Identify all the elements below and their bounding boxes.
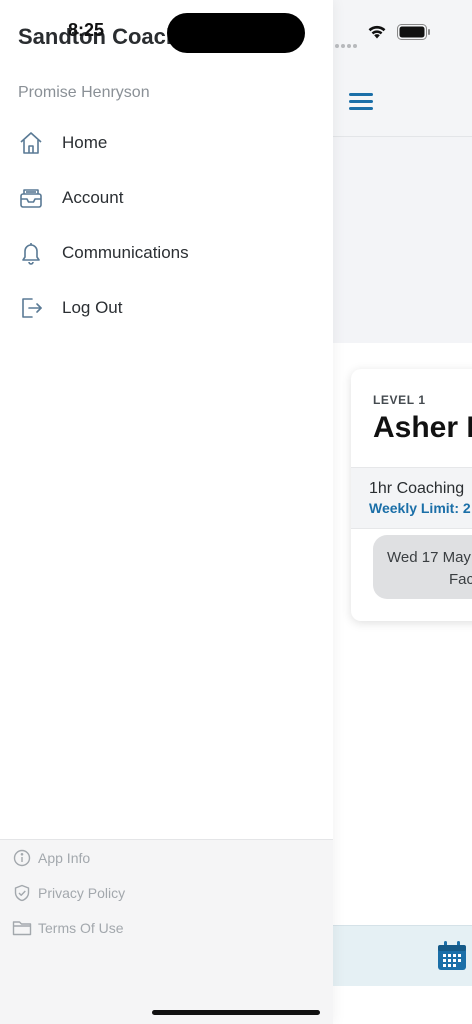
logout-icon bbox=[18, 295, 44, 321]
footer-item-terms-of-use-label: Terms Of Use bbox=[38, 920, 124, 936]
menu-item-communications-label: Communications bbox=[62, 243, 189, 262]
footer-item-app-info-label: App Info bbox=[38, 850, 91, 866]
card-level: LEVEL 1 bbox=[373, 393, 426, 407]
app-header bbox=[333, 0, 472, 137]
membership-card[interactable]: LEVEL 1 Asher I 1hr Coaching Weekly Limi… bbox=[351, 369, 472, 621]
menu-item-logout[interactable]: Log Out bbox=[18, 288, 318, 328]
menu-item-home[interactable]: Home bbox=[18, 123, 318, 163]
navigation-drawer: Sandton Coaching Centre Promise Henryson… bbox=[0, 0, 333, 1024]
hamburger-menu-icon[interactable] bbox=[349, 93, 373, 111]
footer-item-app-info[interactable]: App Info bbox=[12, 846, 90, 870]
cellular-signal-icon bbox=[335, 35, 359, 48]
footer-item-terms-of-use[interactable]: Terms Of Use bbox=[12, 916, 124, 940]
booking-slot-date: Wed 17 May bbox=[387, 549, 471, 566]
booking-slot-facility: Fac bbox=[449, 571, 472, 588]
menu-item-account-label: Account bbox=[62, 188, 124, 207]
shield-check-icon bbox=[12, 883, 32, 903]
bottom-safe-area bbox=[333, 986, 472, 1024]
menu-item-logout-label: Log Out bbox=[62, 298, 123, 317]
footer-item-privacy-policy[interactable]: Privacy Policy bbox=[12, 881, 125, 905]
user-name: Promise Henryson bbox=[18, 84, 150, 101]
calendar-icon[interactable] bbox=[436, 940, 468, 972]
wifi-icon bbox=[368, 25, 386, 39]
menu-item-communications[interactable]: Communications bbox=[18, 233, 318, 273]
menu-item-account[interactable]: Account bbox=[18, 178, 318, 218]
home-indicator bbox=[152, 1010, 320, 1015]
app-banner-area bbox=[333, 138, 472, 343]
card-service: 1hr Coaching bbox=[369, 480, 465, 497]
info-icon bbox=[12, 848, 32, 868]
inbox-tray-icon bbox=[18, 185, 44, 211]
card-info-strip: 1hr Coaching Weekly Limit: 2 bbox=[351, 467, 472, 529]
drawer-footer: App Info Privacy Policy Terms Of Use bbox=[0, 839, 333, 1024]
bell-icon bbox=[18, 240, 44, 266]
dynamic-island bbox=[167, 13, 305, 53]
folder-icon bbox=[12, 918, 32, 938]
home-icon bbox=[18, 130, 44, 156]
footer-item-privacy-policy-label: Privacy Policy bbox=[38, 885, 126, 901]
status-time: 8:25 bbox=[68, 20, 105, 40]
battery-icon bbox=[397, 24, 430, 40]
card-weekly-limit: Weekly Limit: 2 bbox=[369, 500, 471, 516]
card-member-name: Asher I bbox=[373, 411, 472, 444]
booking-slot[interactable]: Wed 17 May Fac bbox=[373, 535, 472, 599]
menu-item-home-label: Home bbox=[62, 133, 108, 152]
